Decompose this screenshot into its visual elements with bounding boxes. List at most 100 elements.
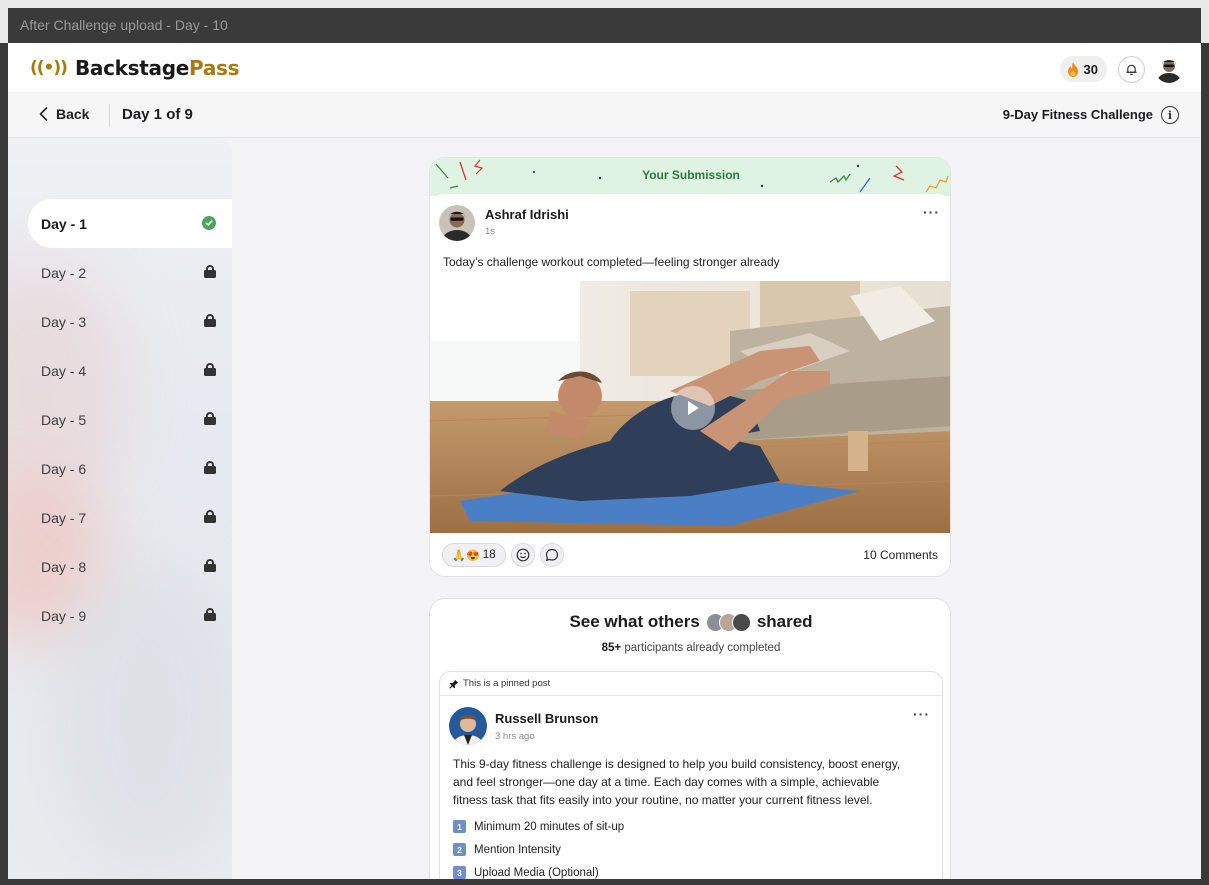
participants-count: 85+: [601, 642, 622, 654]
post-time: 1s: [485, 226, 496, 237]
status-indicator: [202, 216, 216, 230]
participants-summary: 85+ participants already completed: [430, 642, 950, 654]
post-time: 3 hrs ago: [495, 731, 535, 742]
sidebar-item-day-4[interactable]: Day - 4: [8, 346, 232, 395]
avatar: [731, 612, 751, 632]
community-shared-card: See what others shared 85+ participants …: [429, 598, 951, 879]
more-options-button[interactable]: ···: [913, 706, 930, 722]
rule-text: Mention Intensity: [474, 843, 561, 856]
pinned-label: This is a pinned post: [463, 678, 551, 689]
participants-text: participants already completed: [624, 642, 781, 654]
community-title-part1: See what others: [569, 612, 700, 631]
sidebar-item-label: Day - 2: [41, 264, 87, 281]
avatar-image: [439, 205, 475, 241]
streak-count: 30: [1083, 61, 1098, 77]
author-avatar[interactable]: [439, 205, 475, 241]
sidebar-item-label: Day - 3: [41, 313, 87, 330]
app-root: ((•)) BackstagePass 30 Back Day 1 of 9 9…: [8, 43, 1201, 879]
video-media[interactable]: [430, 281, 950, 533]
top-bar: ((•)) BackstagePass 30: [8, 43, 1201, 93]
avatar-image: [449, 707, 487, 745]
check-circle-icon: [202, 216, 216, 230]
submission-label: Your Submission: [642, 168, 740, 182]
lock-icon: [204, 314, 216, 327]
window-titlebar: After Challenge upload - Day - 10: [0, 0, 1209, 43]
author-avatar[interactable]: [449, 707, 487, 745]
post-text-line: fitness task that fits easily into your …: [453, 793, 873, 807]
avatar-image: [1155, 55, 1183, 83]
post-text: Today’s challenge workout completed—feel…: [443, 255, 780, 269]
pin-icon: [449, 679, 459, 689]
more-options-button[interactable]: ···: [923, 204, 940, 220]
sidebar-item-day-2[interactable]: Day - 2: [8, 248, 232, 297]
sidebar-item-day-6[interactable]: Day - 6: [8, 444, 232, 493]
sidebar-item-day-7[interactable]: Day - 7: [8, 493, 232, 542]
sidebar-item-day-9[interactable]: Day - 9: [8, 591, 232, 640]
brand-logo[interactable]: ((•)) BackstagePass: [30, 56, 240, 80]
lock-icon: [204, 412, 216, 425]
pinned-header: This is a pinned post: [440, 672, 942, 696]
lock-icon: [204, 461, 216, 474]
sidebar-item-label: Day - 8: [41, 558, 87, 575]
community-title: See what others shared: [430, 612, 950, 632]
play-button[interactable]: [671, 386, 715, 430]
sidebar-item-label: Day - 1: [41, 215, 87, 232]
sidebar-item-label: Day - 4: [41, 362, 87, 379]
user-avatar[interactable]: [1155, 55, 1183, 83]
sidebar-item-day-5[interactable]: Day - 5: [8, 395, 232, 444]
rule-item: 3 Upload Media (Optional): [453, 866, 599, 879]
comment-button[interactable]: [540, 543, 564, 567]
post-text-line: This 9-day fitness challenge is designed…: [453, 757, 901, 771]
community-title-part2: shared: [756, 612, 813, 631]
brand-name: BackstagePass: [74, 56, 240, 80]
sidebar-item-label: Day - 5: [41, 411, 87, 428]
rule-text: Minimum 20 minutes of sit-up: [474, 820, 625, 833]
participant-avatars: [705, 612, 751, 632]
number-badge: 1: [453, 820, 466, 833]
pinned-post: This is a pinned post Russell Brunson 3 …: [439, 671, 943, 879]
back-button[interactable]: Back: [39, 106, 89, 122]
play-icon: [688, 401, 699, 415]
sidebar-item-day-1[interactable]: Day - 1: [28, 199, 232, 248]
comment-icon: [545, 548, 559, 561]
brand-name-part2: Pass: [189, 56, 240, 80]
sidebar-item-day-3[interactable]: Day - 3: [8, 297, 232, 346]
add-reaction-button[interactable]: [511, 543, 535, 567]
divider: [109, 104, 110, 127]
day-counter: Day 1 of 9: [122, 106, 193, 123]
post-text-line: and feel stronger—one day at a time. Eac…: [453, 775, 880, 789]
lock-icon: [204, 265, 216, 278]
notification-button[interactable]: [1118, 56, 1145, 83]
rule-text: Upload Media (Optional): [474, 866, 599, 879]
reaction-emojis: 🙏😍: [452, 549, 480, 562]
submission-banner: Your Submission: [430, 158, 950, 196]
number-badge: 3: [453, 866, 466, 879]
author-name[interactable]: Russell Brunson: [495, 711, 598, 726]
submission-post: Ashraf Idrishi 1s ··· Today’s challenge …: [430, 194, 950, 576]
reaction-summary[interactable]: 🙏😍 18: [442, 543, 506, 567]
sidebar-item-label: Day - 6: [41, 460, 87, 477]
window-border-left: [0, 43, 8, 885]
info-icon[interactable]: i: [1161, 106, 1179, 124]
sidebar-item-day-8[interactable]: Day - 8: [8, 542, 232, 591]
number-badge: 2: [453, 843, 466, 856]
sidebar-item-label: Day - 7: [41, 509, 87, 526]
comments-count-link[interactable]: 10 Comments: [863, 548, 938, 562]
lock-icon: [204, 608, 216, 621]
challenge-title: 9-Day Fitness Challenge: [1002, 107, 1153, 122]
bell-icon: [1126, 64, 1137, 75]
flame-icon: [1067, 61, 1078, 77]
post-text: This 9-day fitness challenge is designed…: [453, 755, 938, 809]
author-name[interactable]: Ashraf Idrishi: [485, 207, 569, 222]
challenge-nav-bar: Back Day 1 of 9 9-Day Fitness Challenge …: [8, 93, 1201, 138]
window-border-bottom: [0, 879, 1209, 885]
smiley-icon: [516, 548, 530, 562]
lock-icon: [204, 559, 216, 572]
day-sidebar: Day - 1 Day - 2 Day - 3 Day - 4 Day - 5 …: [8, 138, 232, 879]
brand-name-part1: Backstage: [74, 56, 189, 80]
lock-icon: [204, 510, 216, 523]
sidebar-item-label: Day - 9: [41, 607, 87, 624]
submission-card: Your Submission Ashraf Idrishi 1s ··· To…: [429, 157, 951, 577]
broadcast-icon: ((•)): [30, 58, 68, 78]
streak-badge[interactable]: 30: [1059, 56, 1107, 82]
